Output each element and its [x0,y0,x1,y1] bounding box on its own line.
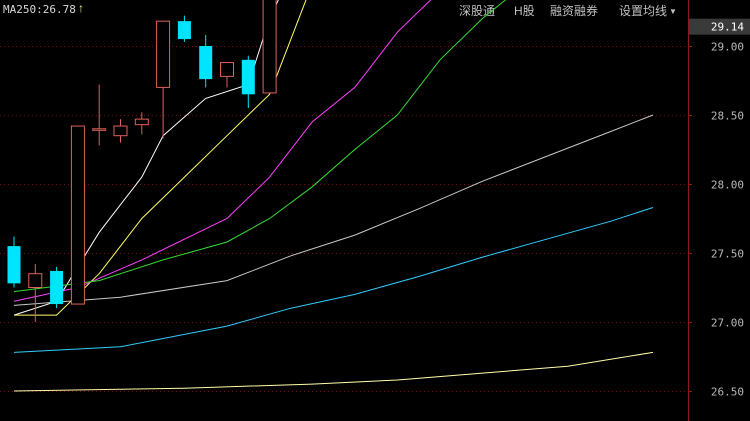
current-price-label: 29.14 [711,21,744,34]
candle-body-up[interactable] [92,128,107,131]
candlestick-chart[interactable]: 31.5031.0030.5030.0029.5029.0028.5028.00… [0,0,750,421]
candle-body-down[interactable] [50,270,64,305]
y-tick-label: 28.00 [711,179,744,192]
y-tick-label: 27.00 [711,317,744,330]
ma30-line [13,0,507,293]
candle-body-down[interactable] [177,21,191,40]
candle-body-up[interactable] [113,125,128,137]
y-tick-label: 28.50 [711,110,744,123]
ma10-line [14,0,307,316]
candle-body-up[interactable] [262,0,277,94]
ma5-line [13,0,279,316]
candle-body-up[interactable] [220,62,234,77]
candle-body-down[interactable] [7,246,21,284]
candle-body-down[interactable] [241,59,255,95]
candle-body-up[interactable] [134,118,149,126]
candle-body-up[interactable] [28,273,43,289]
y-tick-label: 27.50 [711,248,744,261]
candle-body-up[interactable] [70,125,85,305]
ma120-line [13,207,654,353]
candle-body-down[interactable] [199,46,213,80]
candle-body-up[interactable] [156,20,171,88]
ma20-line [13,0,432,302]
y-tick-label: 29.00 [711,41,744,54]
y-tick-label: 26.50 [711,386,744,399]
ma250-line [13,351,654,392]
